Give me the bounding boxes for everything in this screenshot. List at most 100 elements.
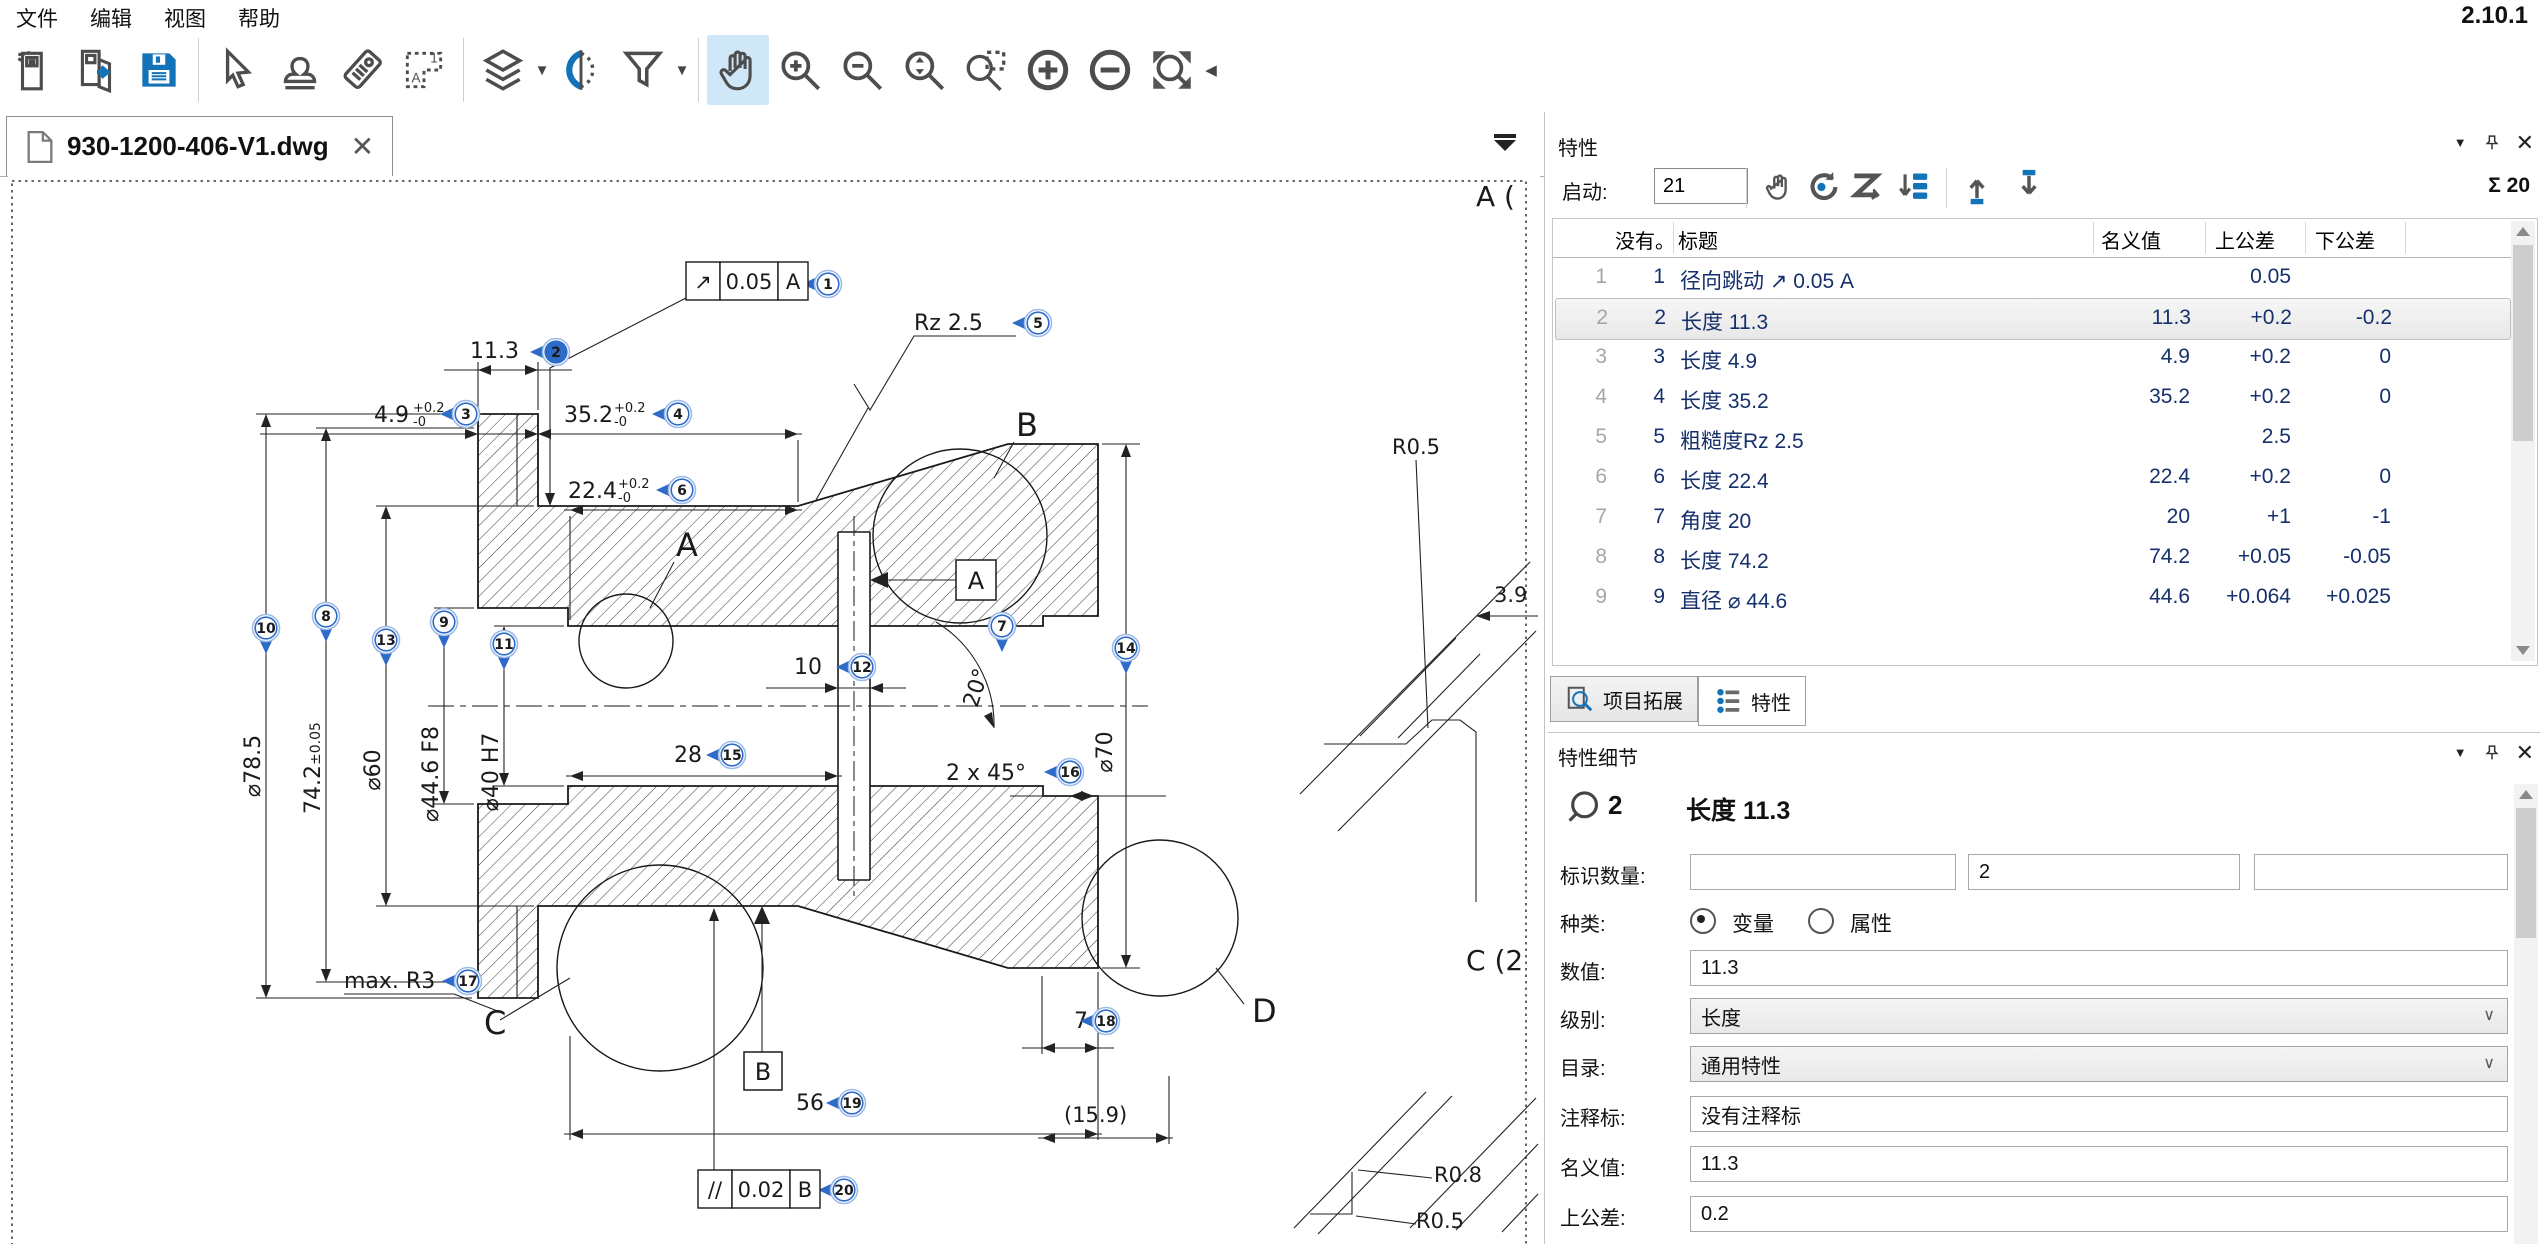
column-header-lower[interactable]: 下公差	[2315, 225, 2375, 254]
id-quantity-input[interactable]: 2	[1968, 854, 2240, 890]
filter-dropdown-caret[interactable]: ▼	[674, 62, 690, 79]
mirror-flip-button[interactable]	[550, 35, 612, 105]
select-目录[interactable]: 通用特性∨	[1690, 1046, 2508, 1082]
balloon-5[interactable]: 5	[1012, 310, 1052, 337]
balloon-3[interactable]: 3	[440, 401, 480, 428]
pick-hand-icon[interactable]	[1760, 168, 1800, 208]
balloon-8[interactable]: 8	[313, 603, 340, 643]
zoom-out-button[interactable]	[831, 35, 893, 105]
form-row: 数值:11.3	[1548, 948, 2508, 990]
drawing-canvas-area[interactable]: 111.324.9+0.2-0335.2+0.2-04Rz 2.5522.4+0…	[8, 176, 1540, 1244]
move-top-icon[interactable]	[1958, 168, 1998, 208]
balloon-16[interactable]: 16	[1044, 759, 1084, 786]
panel-close-icon[interactable]: ✕	[2516, 744, 2534, 761]
dim-text-8: 74.2±0.05	[301, 722, 326, 814]
tab-project-expand[interactable]: 项目拓展	[1550, 676, 1698, 722]
radio-变量[interactable]	[1690, 908, 1716, 934]
balloon-20[interactable]: 20	[818, 1177, 858, 1204]
menu-item-帮助[interactable]: 帮助	[222, 0, 296, 36]
pin-icon[interactable]	[2483, 744, 2500, 761]
zoom-fit-button[interactable]	[1141, 35, 1203, 105]
radio-label[interactable]: 属性	[1850, 908, 1892, 938]
renumber-list-icon[interactable]	[1894, 168, 1934, 208]
menu-item-文件[interactable]: 文件	[0, 0, 74, 36]
tab-overflow-button[interactable]	[1492, 134, 1518, 154]
tag-button[interactable]	[331, 35, 393, 105]
id-quantity-input[interactable]	[2254, 854, 2508, 890]
radio-属性[interactable]	[1808, 908, 1834, 934]
open-document-button[interactable]	[66, 35, 128, 105]
select-级别[interactable]: 长度∨	[1690, 998, 2508, 1034]
decrease-button[interactable]	[1079, 35, 1141, 105]
details-scrollbar[interactable]	[2514, 784, 2538, 1244]
zoom-window-button[interactable]	[955, 35, 1017, 105]
new-document-button[interactable]	[4, 35, 66, 105]
table-row[interactable]: 66长度 22.422.4+0.20	[1555, 458, 2509, 498]
balloon-stamp-button[interactable]	[269, 35, 331, 105]
balloon-4[interactable]: 4	[652, 401, 692, 428]
toolbar-collapse-button[interactable]: ◀	[1203, 61, 1219, 79]
table-cell: +1	[2195, 505, 2291, 529]
table-row[interactable]: 77角度 2020+1-1	[1555, 498, 2509, 538]
panel-close-icon[interactable]: ✕	[2516, 134, 2534, 151]
new-document-icon	[10, 45, 60, 95]
table-row[interactable]: 11径向跳动 ↗ 0.05 A0.05	[1555, 258, 2509, 298]
move-bottom-icon[interactable]	[2010, 168, 2050, 208]
table-row[interactable]: 88长度 74.274.2+0.05-0.05	[1555, 538, 2509, 578]
input-数值[interactable]: 11.3	[1690, 950, 2508, 986]
zoom-fit-icon	[1147, 45, 1197, 95]
auto-sequence-icon[interactable]	[1848, 168, 1888, 208]
balloon-14[interactable]: 14	[1113, 635, 1140, 675]
renumber-rotate-icon[interactable]	[1804, 168, 1844, 208]
balloon-15[interactable]: 15	[706, 742, 746, 769]
increase-button[interactable]	[1017, 35, 1079, 105]
balloon-19[interactable]: 19	[826, 1090, 866, 1117]
capture-region-button[interactable]: 1 A	[393, 35, 455, 105]
start-number-input[interactable]	[1654, 168, 1748, 204]
select-cursor-button[interactable]	[207, 35, 269, 105]
balloon-10[interactable]: 10	[253, 615, 280, 655]
panel-splitter[interactable]	[1544, 112, 1545, 1244]
input-注释标[interactable]: 没有注释标	[1690, 1096, 2508, 1132]
column-header-nominal[interactable]: 名义值	[2101, 225, 2161, 254]
pan-hand-button[interactable]	[707, 35, 769, 105]
table-scrollbar[interactable]	[2511, 221, 2535, 661]
tab-characteristics[interactable]: 特性	[1698, 676, 1806, 726]
table-row[interactable]: 22长度 11.311.3+0.2-0.2	[1555, 298, 2511, 340]
menu-item-视图[interactable]: 视图	[148, 0, 222, 36]
table-row[interactable]: 44长度 35.235.2+0.20	[1555, 378, 2509, 418]
column-header-title[interactable]: 标题	[1678, 225, 1718, 254]
table-cell: 0.05	[2195, 265, 2291, 289]
menu-item-编辑[interactable]: 编辑	[74, 0, 148, 36]
balloon-9[interactable]: 9	[431, 609, 458, 649]
balloon-7[interactable]: 7	[989, 613, 1016, 653]
table-row[interactable]: 33长度 4.94.9+0.20	[1555, 338, 2509, 378]
panel-menu-icon[interactable]: ▼	[2454, 135, 2467, 150]
engineering-drawing[interactable]: 111.324.9+0.2-0335.2+0.2-04Rz 2.5522.4+0…	[8, 176, 1540, 1244]
tab-close-icon[interactable]: ✕	[351, 130, 374, 163]
layers-dropdown-caret[interactable]: ▼	[534, 62, 550, 79]
table-row[interactable]: 99直径 ⌀ 44.644.6+0.064+0.025	[1555, 578, 2509, 618]
radio-label[interactable]: 变量	[1732, 908, 1774, 938]
id-quantity-input[interactable]	[1690, 854, 1956, 890]
document-tab[interactable]: 930-1200-406-V1.dwg ✕	[6, 116, 393, 176]
input-名义值[interactable]: 11.3	[1690, 1146, 2508, 1182]
zoom-in-button[interactable]	[769, 35, 831, 105]
balloon-17[interactable]: 17	[442, 968, 482, 995]
datum-flag-B: B	[744, 1052, 782, 1090]
zoom-dynamic-button[interactable]	[893, 35, 955, 105]
pin-icon[interactable]	[2483, 134, 2500, 151]
balloon-6[interactable]: 6	[656, 477, 696, 504]
filter-button[interactable]	[612, 35, 674, 105]
balloon-13[interactable]: 13	[373, 627, 400, 667]
input-上公差[interactable]: 0.2	[1690, 1196, 2508, 1232]
panel-menu-icon[interactable]: ▼	[2454, 745, 2467, 760]
table-row[interactable]: 55粗糙度Rz 2.52.5	[1555, 418, 2509, 458]
column-header-no[interactable]: 没有。	[1615, 225, 1675, 254]
save-button[interactable]	[128, 35, 190, 105]
balloon-2[interactable]: 2	[530, 339, 570, 366]
balloon-11[interactable]: 11	[491, 631, 518, 671]
column-header-upper[interactable]: 上公差	[2215, 225, 2275, 254]
layers-button[interactable]	[472, 35, 534, 105]
decrease-icon	[1085, 45, 1135, 95]
